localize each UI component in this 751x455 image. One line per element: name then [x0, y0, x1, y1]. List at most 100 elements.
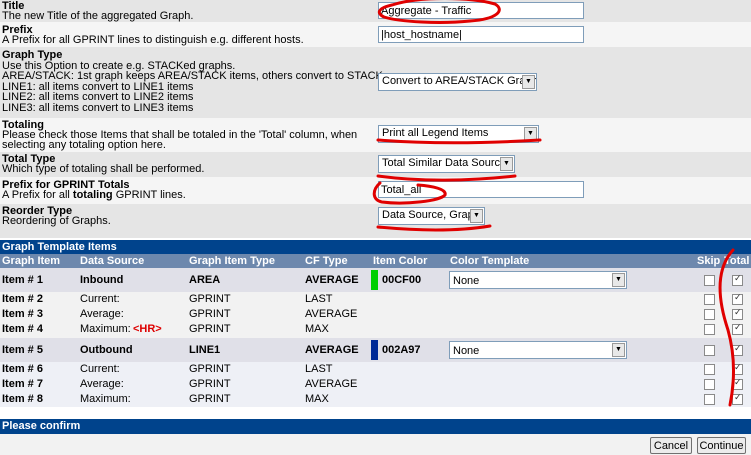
reorder-desc: Reordering of Graphs. [2, 215, 111, 227]
graph-type-setting-row: Graph Type Use this Option to create e.g… [0, 47, 751, 118]
graph-template-items-title: Graph Template Items [0, 240, 751, 254]
col-cf-type: CF Type [305, 255, 348, 267]
prefix-setting-row: Prefix A Prefix for all GPRINT lines to d… [0, 22, 751, 47]
chevron-down-icon: ▼ [524, 127, 537, 141]
skip-checkbox[interactable] [704, 345, 715, 356]
total-checkbox[interactable] [732, 273, 743, 286]
table-row: Item # 3 Average: GPRINT AVERAGE [0, 307, 751, 322]
item-label: Item # 7 [2, 378, 43, 390]
title-desc: The new Title of the aggregated Graph. [2, 10, 194, 22]
total-checkbox[interactable] [732, 322, 743, 335]
item-type: GPRINT [189, 378, 231, 390]
item-label: Item # 1 [2, 274, 43, 286]
graph-type-select[interactable]: Convert to AREA/STACK Graph ▼ [378, 73, 537, 91]
col-color-template: Color Template [450, 255, 530, 267]
chevron-down-icon: ▼ [500, 157, 513, 171]
chevron-down-icon: ▼ [470, 209, 483, 223]
cf-type: MAX [305, 323, 329, 335]
cancel-button[interactable]: Cancel [650, 437, 692, 454]
item-color: 002A97 [382, 344, 421, 356]
total-checkbox[interactable] [732, 392, 743, 405]
total-type-select[interactable]: Total Similar Data Sources ▼ [378, 155, 515, 173]
color-template-value: None [453, 275, 480, 287]
color-swatch [371, 340, 378, 360]
skip-checkbox[interactable] [704, 294, 715, 305]
skip-checkbox[interactable] [704, 324, 715, 335]
table-row: Item # 4 Maximum: <HR> GPRINT MAX [0, 322, 751, 338]
total-checkbox[interactable] [732, 343, 743, 356]
total-checkbox[interactable] [732, 307, 743, 320]
item-label: Item # 5 [2, 344, 43, 356]
item-type: GPRINT [189, 293, 231, 305]
total-checkbox[interactable] [732, 292, 743, 305]
skip-checkbox[interactable] [704, 379, 715, 390]
cf-type: AVERAGE [305, 344, 359, 356]
item-type: AREA [189, 274, 221, 286]
data-source: Current: [80, 293, 120, 305]
item-label: Item # 4 [2, 323, 43, 335]
item-label: Item # 3 [2, 308, 43, 320]
cf-type: MAX [305, 393, 329, 405]
chevron-down-icon: ▼ [612, 343, 625, 357]
reorder-setting-row: Reorder Type Reordering of Graphs. Data S… [0, 204, 751, 238]
please-confirm-bar: Please confirm [0, 419, 751, 434]
color-template-select[interactable]: None ▼ [449, 341, 627, 359]
item-type: LINE1 [189, 344, 221, 356]
prefix-totals-desc-pre: A Prefix for all [2, 189, 73, 201]
cf-type: AVERAGE [305, 274, 359, 286]
cf-type: LAST [305, 293, 333, 305]
data-source: Average: [80, 378, 124, 390]
title-input[interactable] [378, 2, 584, 19]
prefix-totals-input[interactable] [378, 181, 584, 198]
skip-checkbox[interactable] [704, 394, 715, 405]
col-data-source: Data Source [80, 255, 145, 267]
prefix-input[interactable] [378, 26, 584, 43]
col-total: Total [724, 255, 750, 267]
graph-type-desc-5: LINE3: all items convert to LINE3 items [2, 101, 194, 114]
data-source: Maximum: [80, 393, 131, 405]
item-label: Item # 2 [2, 293, 43, 305]
item-label: Item # 8 [2, 393, 43, 405]
chevron-down-icon: ▼ [522, 75, 535, 89]
data-source: Maximum: [80, 323, 131, 335]
prefix-totals-desc-post: GPRINT lines. [112, 189, 186, 201]
item-type: GPRINT [189, 393, 231, 405]
totaling-setting-row: Totaling Please check those Items that s… [0, 118, 751, 152]
table-row: Item # 2 Current: GPRINT LAST [0, 292, 751, 307]
item-type: GPRINT [189, 323, 231, 335]
data-source: Current: [80, 363, 120, 375]
table-row: Item # 5 Outbound LINE1 AVERAGE 002A97 None ▼ [0, 338, 751, 362]
reorder-value: Data Source, Graph [382, 209, 480, 221]
total-checkbox[interactable] [732, 362, 743, 375]
total-checkbox[interactable] [732, 377, 743, 390]
data-source: Outbound [80, 344, 133, 356]
skip-checkbox[interactable] [704, 309, 715, 320]
cf-type: AVERAGE [305, 378, 358, 390]
reorder-select[interactable]: Data Source, Graph ▼ [378, 207, 485, 225]
prefix-totals-setting-row: Prefix for GPRINT Totals A Prefix for all… [0, 177, 751, 204]
item-type: GPRINT [189, 308, 231, 320]
totaling-value: Print all Legend Items [382, 127, 489, 139]
data-source: Average: [80, 308, 124, 320]
item-color: 00CF00 [382, 274, 422, 286]
confirm-buttons-row: Cancel Continue [0, 434, 751, 455]
color-swatch [371, 270, 378, 290]
col-skip: Skip [697, 255, 721, 267]
table-row: Item # 8 Maximum: GPRINT MAX [0, 392, 751, 407]
total-type-value: Total Similar Data Sources [382, 157, 512, 169]
item-type: GPRINT [189, 363, 231, 375]
skip-checkbox[interactable] [704, 364, 715, 375]
color-template-value: None [453, 345, 480, 357]
color-template-select[interactable]: None ▼ [449, 271, 627, 289]
table-row: Item # 7 Average: GPRINT AVERAGE [0, 377, 751, 392]
table-row: Item # 1 Inbound AREA AVERAGE 00CF00 None ▼ [0, 268, 751, 292]
chevron-down-icon: ▼ [612, 273, 625, 287]
continue-button[interactable]: Continue [697, 437, 746, 454]
totaling-desc-2: selecting any totaling option here. [2, 139, 166, 151]
item-label: Item # 6 [2, 363, 43, 375]
prefix-desc: A Prefix for all GPRINT lines to disting… [2, 34, 304, 46]
skip-checkbox[interactable] [704, 275, 715, 286]
col-item-color: Item Color [373, 255, 428, 267]
totaling-select[interactable]: Print all Legend Items ▼ [378, 125, 539, 143]
col-item-type: Graph Item Type [189, 255, 275, 267]
